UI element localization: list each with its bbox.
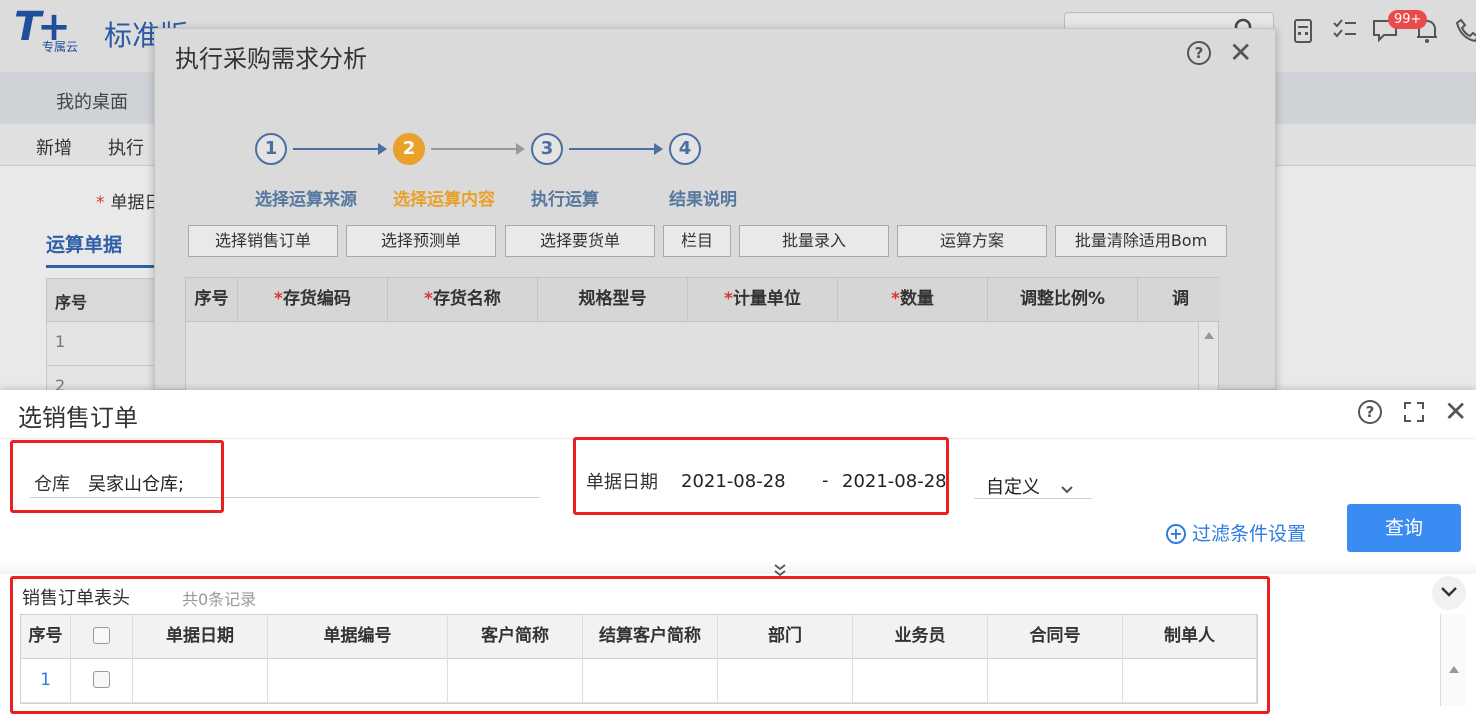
- col-unit: *计量单位: [688, 278, 838, 322]
- close-icon[interactable]: ✕: [1444, 398, 1467, 426]
- step-label-content: 选择运算内容: [393, 190, 495, 210]
- tab-my-desktop[interactable]: 我的桌面: [56, 88, 128, 114]
- step-label-execute: 执行运算: [531, 190, 599, 210]
- step-label-source: 选择运算来源: [255, 190, 357, 210]
- select-sales-order-dialog: 选销售订单 ? ✕ 仓库 吴家山仓库; 单据日期 2021-08-28 - 20…: [0, 390, 1476, 716]
- add-circle-icon: +: [1166, 524, 1186, 544]
- execute-button[interactable]: 执行: [108, 134, 144, 160]
- dialog-title: 选销售订单: [18, 404, 138, 432]
- bg-date-field-label: * 单据日: [96, 193, 162, 213]
- step-arrow-icon: [569, 143, 663, 155]
- checklist-icon[interactable]: [1332, 18, 1358, 48]
- step-label-result: 结果说明: [669, 190, 737, 210]
- step-2-icon: 2: [393, 133, 425, 165]
- filter-settings-link[interactable]: + 过滤条件设置: [1166, 519, 1306, 546]
- select-forecast-button[interactable]: 选择预测单: [346, 225, 496, 257]
- table-row[interactable]: 1: [46, 322, 156, 366]
- col-index: 序号: [186, 278, 238, 322]
- batch-entry-button[interactable]: 批量录入: [739, 225, 889, 257]
- calculator-icon[interactable]: [1290, 18, 1316, 48]
- fold-band: [0, 560, 1476, 574]
- logo-subtitle: 专属云: [42, 40, 79, 54]
- bg-grid-header-index: 序号: [46, 278, 156, 322]
- col-quantity: *数量: [838, 278, 988, 322]
- chevron-down-icon: [1441, 587, 1457, 597]
- highlight-box-warehouse: [10, 440, 224, 513]
- highlight-box-grid: [10, 576, 1270, 714]
- calc-plan-button[interactable]: 运算方案: [897, 225, 1047, 257]
- dialog-title: 执行采购需求分析: [175, 45, 367, 73]
- col-spec: 规格型号: [538, 278, 688, 322]
- app-logo: T+ 专属云: [10, 4, 100, 58]
- new-button[interactable]: 新增: [36, 134, 72, 160]
- maximize-icon[interactable]: [1404, 402, 1424, 422]
- help-icon[interactable]: ?: [1187, 41, 1211, 65]
- date-mode-select[interactable]: 自定义: [986, 473, 1040, 499]
- tab-calc-documents[interactable]: 运算单据: [46, 230, 154, 268]
- step-3-icon: 3: [531, 133, 563, 165]
- notification-badge: 99+: [1388, 10, 1428, 29]
- chevron-down-icon[interactable]: [1060, 480, 1074, 499]
- step-arrow-icon: [293, 143, 387, 155]
- calc-content-grid: 序号 *存货编码 *存货名称 规格型号 *计量单位 *数量 调整比例% 调: [185, 277, 1220, 392]
- col-item-code: *存货编码: [238, 278, 388, 322]
- collapse-section-button[interactable]: [1432, 576, 1466, 610]
- grid-header: 序号 *存货编码 *存货名称 规格型号 *计量单位 *数量 调整比例% 调: [186, 278, 1220, 322]
- query-button[interactable]: 查询: [1347, 504, 1461, 552]
- col-item-name: *存货名称: [388, 278, 538, 322]
- columns-button[interactable]: 栏目: [663, 225, 731, 257]
- step-1-icon: 1: [255, 133, 287, 165]
- help-icon[interactable]: ?: [1358, 400, 1382, 424]
- select-sales-order-button[interactable]: 选择销售订单: [188, 225, 338, 257]
- col-adjust: 调: [1172, 289, 1189, 309]
- grid-scrollbar[interactable]: [1198, 322, 1218, 392]
- close-icon[interactable]: ✕: [1229, 39, 1252, 67]
- batch-clear-bom-button[interactable]: 批量清除适用Bom: [1055, 225, 1227, 257]
- phone-icon[interactable]: [1454, 18, 1476, 48]
- purchase-analysis-dialog: 执行采购需求分析 ? ✕ 1 2 3 4 选择运算来源 选择运算内容 执行运算 …: [154, 28, 1276, 392]
- date-mode-underline: [974, 498, 1092, 499]
- step-4-icon: 4: [669, 133, 701, 165]
- col-adjust-ratio: 调整比例%: [988, 278, 1138, 322]
- highlight-box-date: [573, 437, 949, 515]
- step-arrow-icon: [431, 143, 525, 155]
- select-requisition-button[interactable]: 选择要货单: [505, 225, 655, 257]
- grid-scrollbar[interactable]: [1440, 614, 1466, 706]
